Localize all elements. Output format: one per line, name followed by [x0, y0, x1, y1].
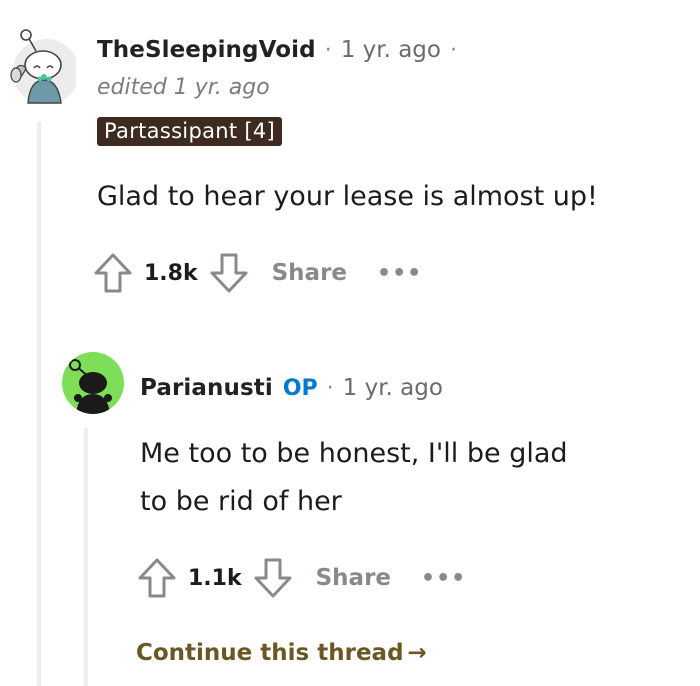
edited-label: edited 1 yr. ago — [97, 75, 270, 100]
avatar[interactable] — [62, 352, 124, 414]
comment-body-line: Me too to be honest, I'll be glad — [140, 438, 568, 469]
comment-body: Glad to hear your lease is almost up! — [97, 181, 598, 212]
separator-dot: · — [449, 37, 457, 63]
share-button[interactable]: Share — [316, 565, 391, 591]
comment-header: Parianusti OP · 1 yr. ago — [140, 371, 443, 405]
separator-dot: · — [326, 375, 334, 401]
comment-body: Me too to be honest, I'll be glad to be … — [140, 432, 568, 523]
upvote-icon[interactable] — [136, 556, 178, 600]
vote-count: 1.1k — [188, 565, 242, 591]
username-link[interactable]: TheSleepingVoid — [97, 37, 316, 63]
thread-line-secondary[interactable] — [84, 428, 88, 686]
avatar[interactable] — [6, 28, 76, 104]
more-options-icon[interactable]: ••• — [421, 566, 466, 591]
more-options-icon[interactable]: ••• — [377, 261, 422, 286]
downvote-icon[interactable] — [252, 556, 294, 600]
timestamp[interactable]: 1 yr. ago — [341, 37, 441, 63]
share-button[interactable]: Share — [272, 260, 347, 286]
vote-count: 1.8k — [144, 260, 198, 286]
thread-line-primary[interactable] — [37, 122, 41, 686]
arrow-right-icon: → — [407, 640, 427, 666]
downvote-icon[interactable] — [208, 251, 250, 295]
user-flair: Partassipant [4] — [97, 117, 283, 146]
upvote-icon[interactable] — [92, 251, 134, 295]
continue-thread-link[interactable]: Continue this thread → — [136, 640, 427, 666]
username-link[interactable]: Parianusti — [140, 375, 273, 401]
comment-body-line: to be rid of her — [140, 486, 342, 517]
separator-dot: · — [324, 37, 332, 63]
comment-actions: 1.1k Share ••• — [136, 556, 466, 600]
comment-actions: 1.8k Share ••• — [92, 251, 422, 295]
timestamp[interactable]: 1 yr. ago — [343, 375, 443, 401]
continue-thread-label: Continue this thread — [136, 640, 404, 666]
op-badge: OP — [282, 375, 318, 401]
comment-header: TheSleepingVoid · 1 yr. ago · — [97, 33, 466, 67]
